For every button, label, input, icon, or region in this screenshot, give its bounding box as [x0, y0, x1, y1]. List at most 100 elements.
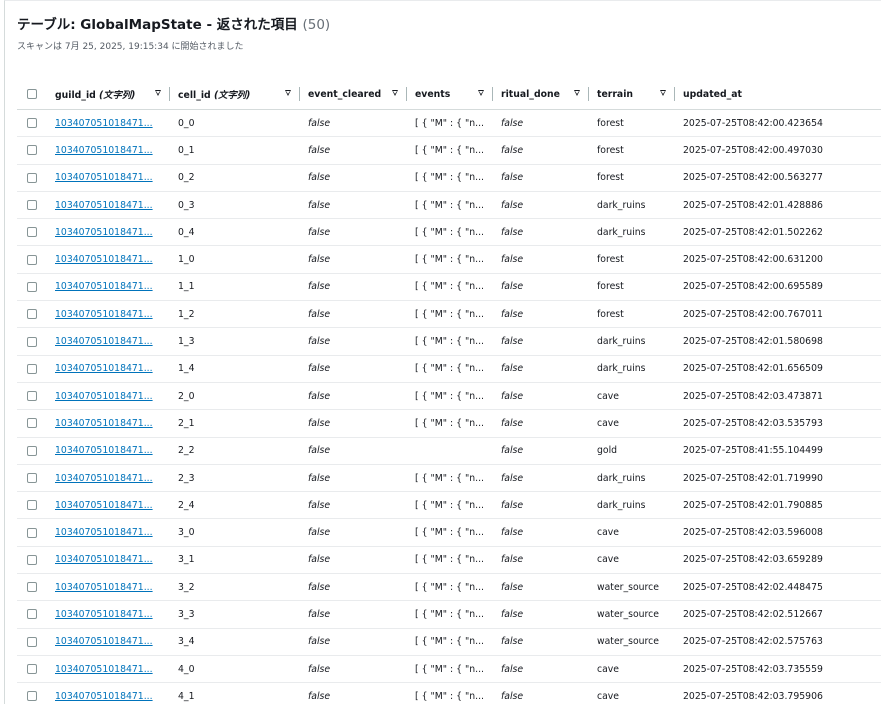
item-link[interactable]: 103407051018471...	[55, 527, 153, 538]
cell-events: [ { "M" : { "n...	[407, 300, 493, 329]
row-checkbox[interactable]	[27, 473, 37, 483]
row-checkbox[interactable]	[27, 500, 37, 511]
row-checkbox[interactable]	[27, 145, 37, 156]
table-row[interactable]: 103407051018471... 1_4 false[ { "M" : { "n…	[17, 355, 881, 383]
row-checkbox[interactable]	[27, 309, 37, 320]
item-link[interactable]: 103407051018471...	[55, 363, 153, 374]
row-checkbox[interactable]	[27, 391, 37, 402]
column-header-events[interactable]: events	[407, 79, 493, 110]
column-header-cell-id[interactable]: cell_id (文字列)	[170, 79, 300, 110]
row-checkbox[interactable]	[27, 118, 37, 129]
item-link[interactable]: 103407051018471...	[55, 145, 153, 156]
item-link[interactable]: 103407051018471...	[55, 172, 153, 183]
table-row[interactable]: 103407051018471... 2_4 false[ { "M" : { "n…	[17, 491, 881, 520]
item-link[interactable]: 103407051018471...	[55, 227, 153, 238]
item-link[interactable]: 103407051018471...	[55, 473, 153, 484]
row-checkbox[interactable]	[27, 227, 37, 238]
column-header-updated-at[interactable]: updated_at	[675, 79, 881, 110]
row-checkbox[interactable]	[27, 172, 37, 183]
item-link[interactable]: 103407051018471...	[55, 254, 153, 265]
table-row[interactable]: 103407051018471... 1_3 false[ { "M" : { "n…	[17, 327, 881, 356]
item-link[interactable]: 103407051018471...	[55, 336, 153, 347]
table-row[interactable]: 103407051018471... 4_1 false[ { "M" : { "n…	[17, 682, 881, 704]
column-header-ritual-done[interactable]: ritual_done	[493, 79, 589, 110]
cell-ritual-done: false	[493, 327, 589, 356]
table-row[interactable]: 103407051018471... 2_2 false false gold 2025-…	[17, 437, 881, 465]
row-checkbox[interactable]	[27, 527, 37, 538]
row-checkbox[interactable]	[27, 281, 37, 292]
table-row[interactable]: 103407051018471... 2_3 false[ { "M" : { "n…	[17, 464, 881, 493]
row-checkbox[interactable]	[27, 200, 37, 211]
table-row[interactable]: 103407051018471... 3_2 false[ { "M" : { "n…	[17, 573, 881, 602]
item-link[interactable]: 103407051018471...	[55, 609, 153, 620]
caret-down-icon[interactable]	[478, 90, 484, 96]
row-checkbox[interactable]	[27, 636, 37, 647]
table-row[interactable]: 103407051018471... 3_1 false[ { "M" : { "n…	[17, 546, 881, 575]
row-checkbox[interactable]	[27, 609, 37, 620]
cell-cell-id: 4_1	[170, 682, 300, 704]
caret-down-icon[interactable]	[392, 90, 398, 96]
table-row[interactable]: 103407051018471... 0_4 false[ { "M" : { "n…	[17, 218, 881, 247]
item-link[interactable]: 103407051018471...	[55, 691, 153, 702]
cell-ritual-done: false	[493, 136, 589, 165]
cell-cell-id: 1_0	[170, 245, 300, 274]
item-link[interactable]: 103407051018471...	[55, 636, 153, 647]
table-row[interactable]: 103407051018471... 4_0 false[ { "M" : { "n…	[17, 655, 881, 684]
cell-guild-id: 103407051018471...	[47, 245, 170, 274]
column-header-event-cleared[interactable]: event_cleared	[300, 79, 407, 110]
table-row[interactable]: 103407051018471... 1_1 false[ { "M" : { "n…	[17, 273, 881, 302]
column-header-terrain[interactable]: terrain	[589, 79, 675, 110]
item-link[interactable]: 103407051018471...	[55, 391, 153, 402]
select-all-checkbox[interactable]	[27, 89, 37, 99]
caret-down-icon[interactable]	[574, 90, 580, 96]
page-title: テーブル: GlobalMapState - 返された項目 (50)	[17, 13, 330, 33]
table-row[interactable]: 103407051018471... 0_2 false[ { "M" : { "n…	[17, 164, 881, 192]
column-label: guild_id (文字列)	[55, 87, 135, 101]
row-checkbox[interactable]	[27, 254, 37, 265]
item-link[interactable]: 103407051018471...	[55, 664, 153, 675]
table-row[interactable]: 103407051018471... 2_0 false[ { "M" : { "n…	[17, 382, 881, 411]
item-link[interactable]: 103407051018471...	[55, 200, 153, 211]
caret-down-icon[interactable]	[660, 90, 666, 96]
table-row[interactable]: 103407051018471... 2_1 false[ { "M" : { "n…	[17, 409, 881, 438]
item-link[interactable]: 103407051018471...	[55, 281, 153, 292]
cell-events: [ { "M" : { "n...	[407, 191, 493, 220]
caret-down-icon[interactable]	[155, 90, 161, 96]
row-checkbox[interactable]	[27, 582, 37, 593]
item-link[interactable]: 103407051018471...	[55, 554, 153, 565]
column-header-guild-id[interactable]: guild_id (文字列)	[47, 79, 170, 110]
item-link[interactable]: 103407051018471...	[55, 582, 153, 593]
row-checkbox[interactable]	[27, 363, 37, 374]
table-row[interactable]: 103407051018471... 3_0 false[ { "M" : { "n…	[17, 518, 881, 547]
row-checkbox[interactable]	[27, 445, 37, 456]
row-select-cell	[17, 409, 47, 438]
row-select-cell	[17, 300, 47, 329]
row-select-cell	[17, 382, 47, 411]
table-row[interactable]: 103407051018471... 3_4 false[ { "M" : { "n…	[17, 628, 881, 656]
row-checkbox[interactable]	[27, 336, 37, 347]
cell-events: [ { "M" : { "n...	[407, 600, 493, 629]
item-link[interactable]: 103407051018471...	[55, 309, 153, 320]
cell-updated-at: 2025-07-25T08:42:01.790885	[675, 491, 881, 520]
cell-ritual-done: false	[493, 491, 589, 520]
cell-updated-at: 2025-07-25T08:42:01.580698	[675, 327, 881, 356]
row-checkbox[interactable]	[27, 691, 37, 702]
table-row[interactable]: 103407051018471... 1_2 false[ { "M" : { "n…	[17, 300, 881, 329]
table-row[interactable]: 103407051018471... 0_3 false[ { "M" : { "n…	[17, 191, 881, 220]
table-row[interactable]: 103407051018471... 0_1 false[ { "M" : { "n…	[17, 136, 881, 165]
row-checkbox[interactable]	[27, 418, 37, 429]
cell-terrain: water_source	[589, 628, 675, 656]
table-row[interactable]: 103407051018471... 1_0 false[ { "M" : { "n…	[17, 245, 881, 274]
item-link[interactable]: 103407051018471...	[55, 445, 153, 456]
caret-down-icon[interactable]	[285, 90, 291, 96]
item-link[interactable]: 103407051018471...	[55, 118, 153, 129]
item-link[interactable]: 103407051018471...	[55, 500, 153, 511]
table-row[interactable]: 103407051018471... 0_0 false[ { "M" : { "n…	[17, 109, 881, 138]
cell-events: [ { "M" : { "n...	[407, 518, 493, 547]
table-row[interactable]: 103407051018471... 3_3 false[ { "M" : { "n…	[17, 600, 881, 629]
cell-event-cleared: false	[300, 682, 407, 704]
row-checkbox[interactable]	[27, 554, 37, 565]
row-checkbox[interactable]	[27, 664, 37, 675]
cell-updated-at: 2025-07-25T08:42:02.575763	[675, 628, 881, 656]
item-link[interactable]: 103407051018471...	[55, 418, 153, 429]
